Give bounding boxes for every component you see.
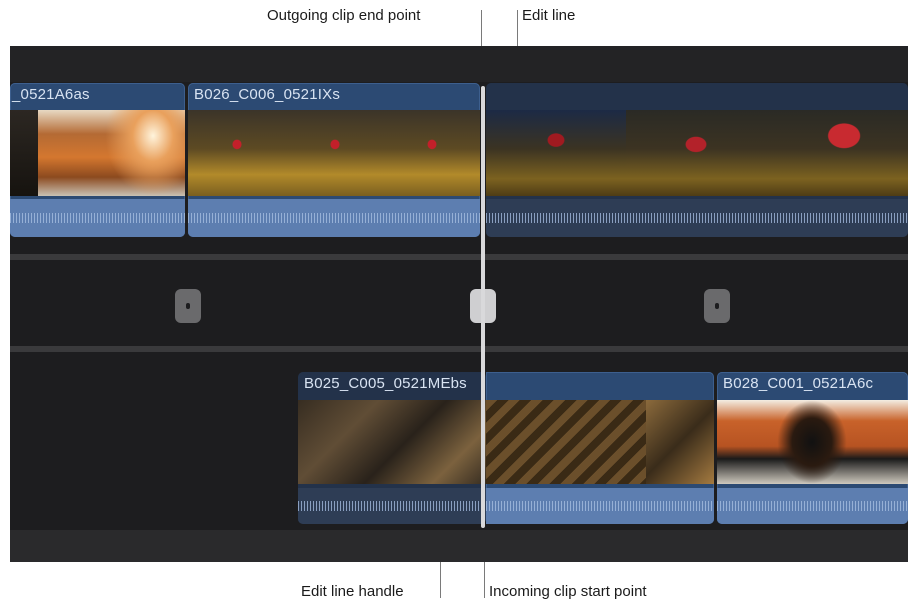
clip-audio-waveform bbox=[486, 199, 908, 237]
clip-audio-waveform bbox=[717, 488, 908, 524]
edit-line-handle-label: Edit line handle bbox=[301, 583, 404, 600]
clip-thumbnails bbox=[486, 110, 908, 196]
clip-thumbnails bbox=[10, 110, 185, 196]
timeline-clip[interactable]: B026_C006_0521IXs bbox=[188, 83, 480, 237]
clip-audio-waveform bbox=[188, 199, 480, 237]
outgoing-clip-end-point-label: Outgoing clip end point bbox=[267, 7, 421, 24]
timeline-clip-dimmed bbox=[486, 83, 908, 237]
edit-line[interactable] bbox=[481, 86, 485, 528]
clip-audio-waveform bbox=[298, 488, 486, 524]
timeline-clip[interactable]: B028_C001_0521A6c bbox=[717, 372, 908, 524]
edit-handle-left[interactable] bbox=[175, 289, 201, 323]
clip-audio-waveform bbox=[10, 199, 185, 237]
lane-separator bbox=[10, 346, 908, 352]
edit-handle-right[interactable] bbox=[704, 289, 730, 323]
timeline-clip-dimmed bbox=[298, 372, 486, 524]
timeline-top-band bbox=[10, 46, 908, 82]
clip-thumbnails bbox=[188, 110, 480, 196]
timeline-bottom-band bbox=[10, 530, 908, 562]
clip-audio-waveform bbox=[486, 488, 714, 524]
timeline-clip[interactable] bbox=[486, 372, 714, 524]
clip-name: _0521A6as bbox=[12, 86, 90, 103]
clip-name: B026_C006_0521IXs bbox=[194, 86, 341, 103]
clip-name: B025_C005_0521MEbs bbox=[304, 375, 467, 392]
lane-separator bbox=[10, 254, 908, 260]
clip-thumbnails bbox=[298, 400, 486, 484]
timeline[interactable]: _0521A6as B026_C006_0521IXs B025_C005_05… bbox=[10, 46, 908, 562]
incoming-clip-start-point-label: Incoming clip start point bbox=[489, 583, 647, 600]
timeline-clip[interactable]: _0521A6as bbox=[10, 83, 185, 237]
clip-thumbnails bbox=[486, 400, 714, 484]
edit-line-label: Edit line bbox=[522, 7, 576, 24]
clip-name: B028_C001_0521A6c bbox=[723, 375, 874, 392]
clip-thumbnails bbox=[717, 400, 908, 484]
